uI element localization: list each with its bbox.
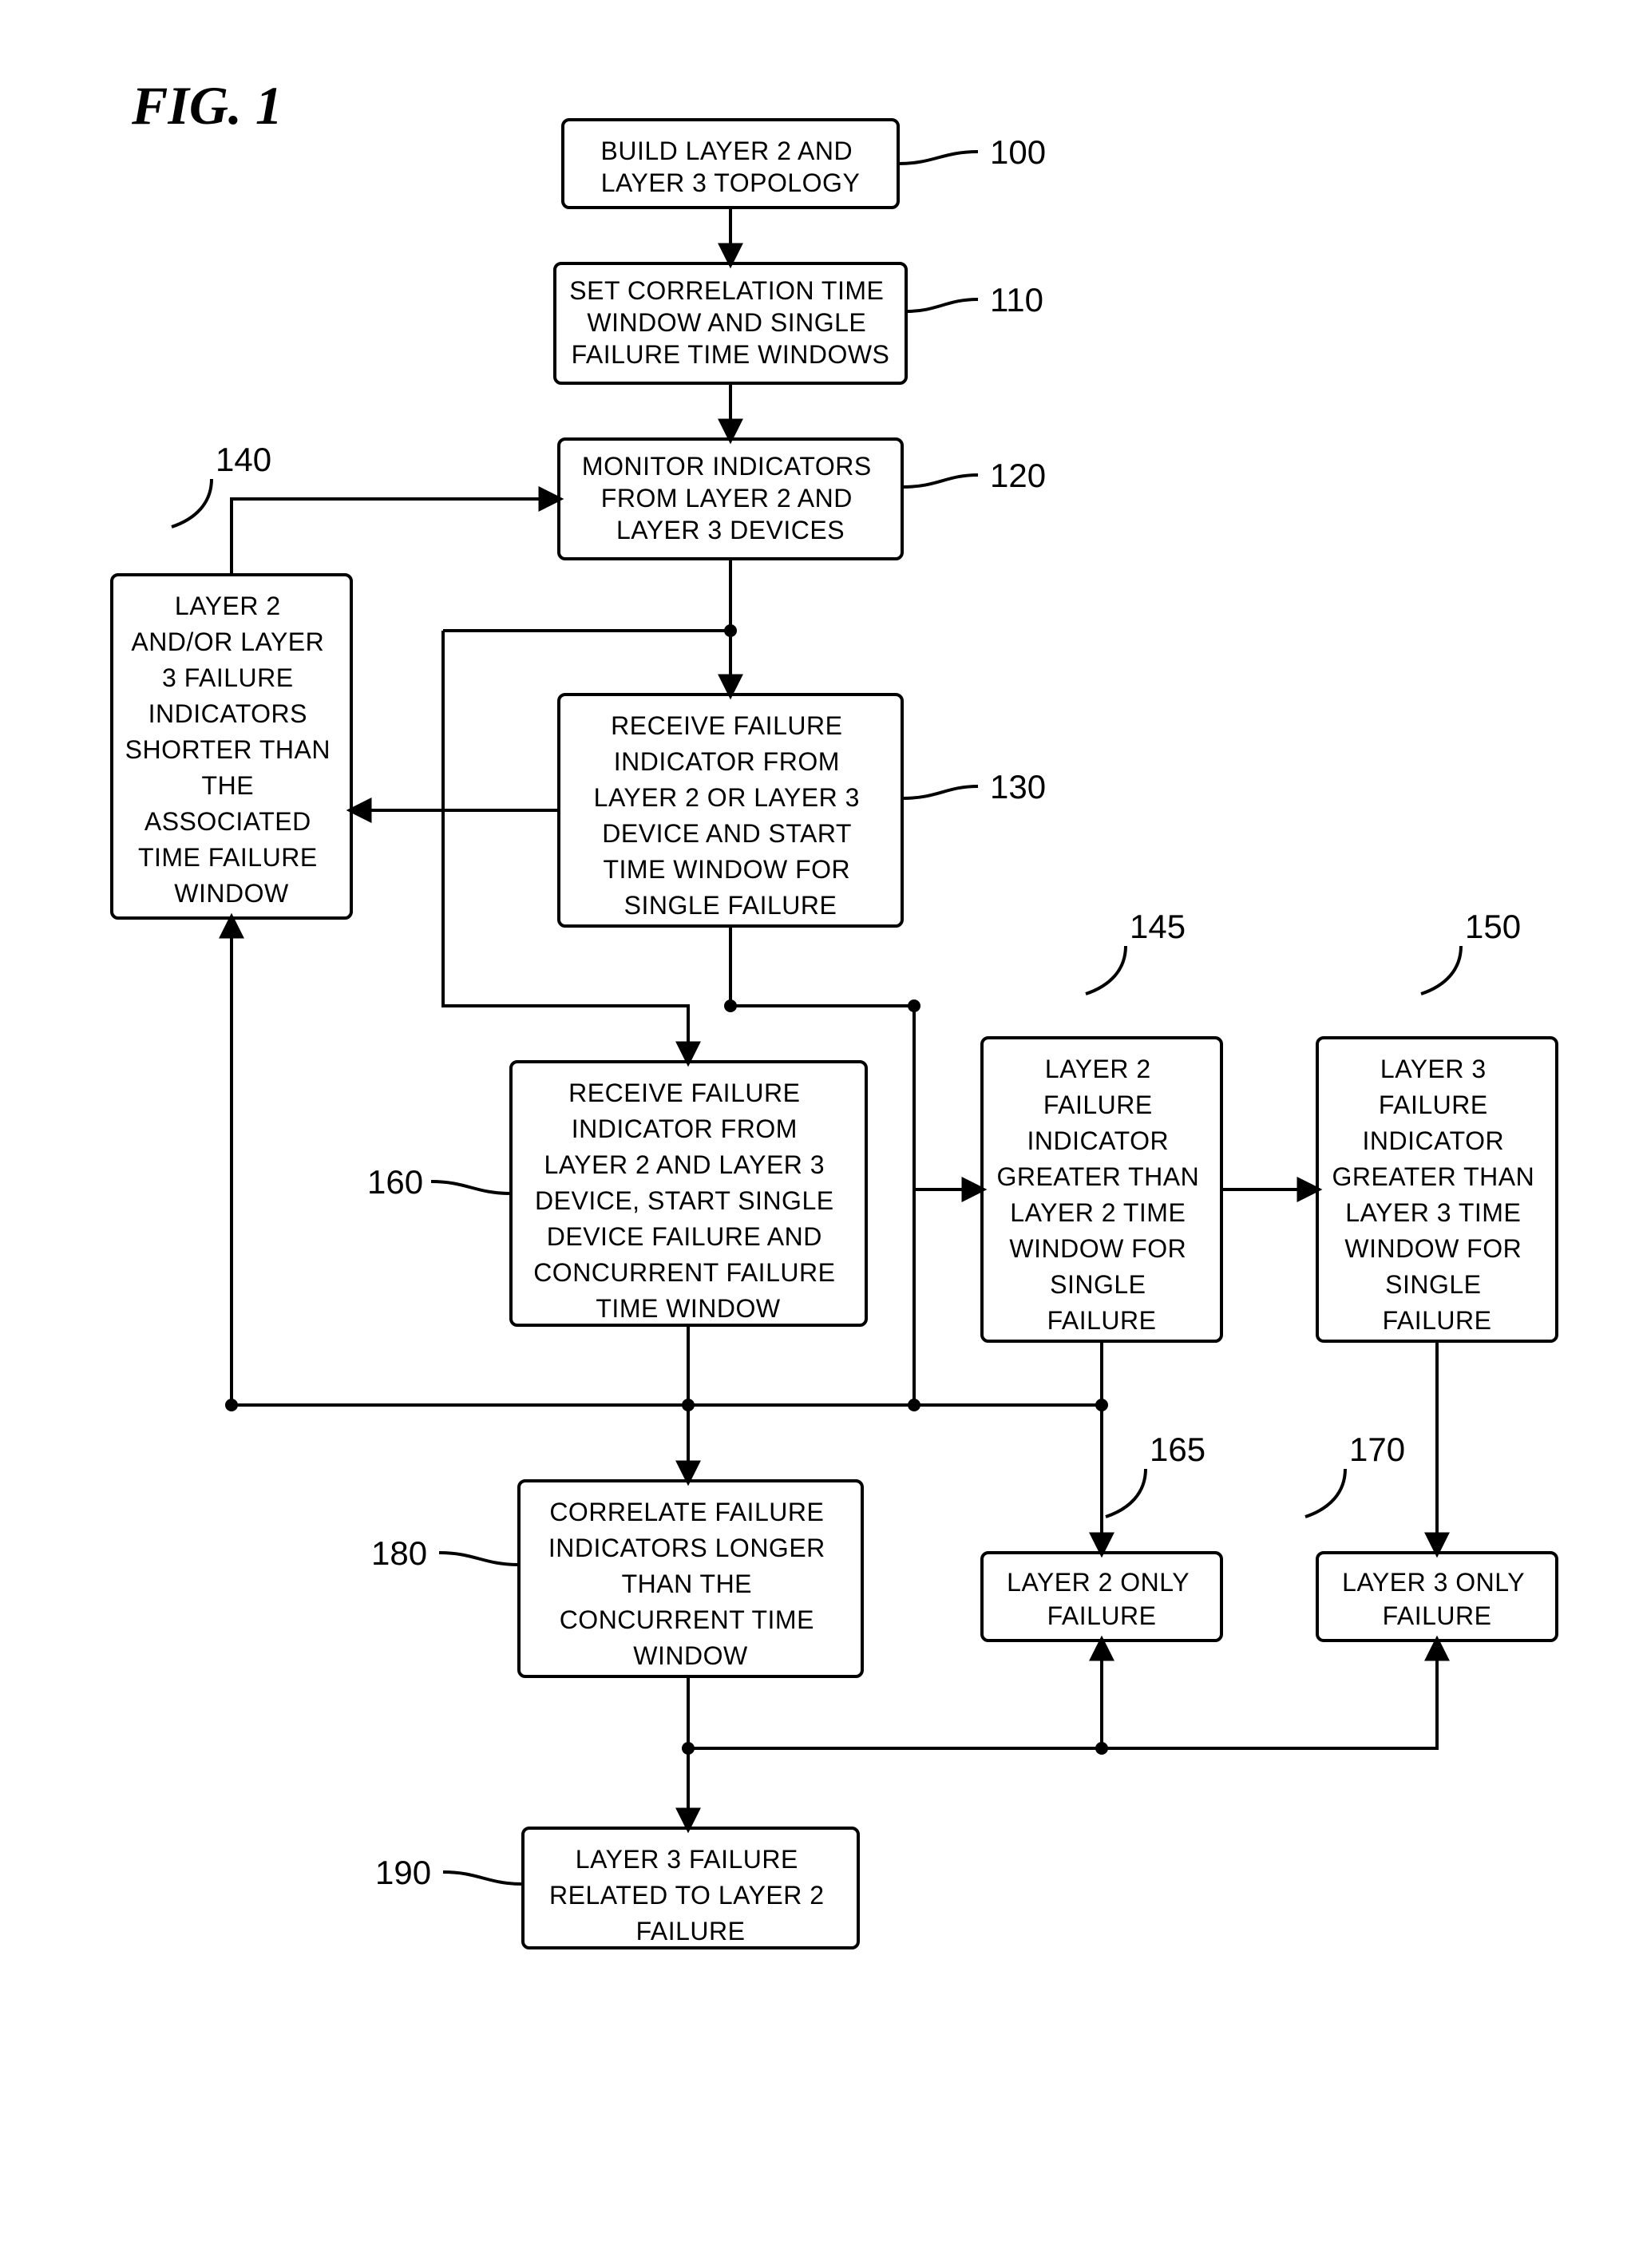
ref-100: 100 bbox=[990, 133, 1046, 171]
edge-140-120 bbox=[232, 499, 559, 575]
ref-140: 140 bbox=[216, 441, 271, 478]
svg-text:MONITOR INDICATORS FROM: MONITOR INDICATORS FROM LAYER 2 AND LAYE… bbox=[582, 452, 879, 544]
ref-150: 150 bbox=[1465, 908, 1521, 945]
ref-170: 170 bbox=[1349, 1431, 1405, 1468]
node-180: CORRELATE FAILURE INDICATORS LONGER THAN… bbox=[519, 1481, 862, 1676]
node-145: LAYER 2 FAILURE INDICATOR GREATER THAN L… bbox=[982, 1038, 1221, 1341]
node-140: LAYER 2 AND/OR LAYER 3 FAILURE INDICATOR… bbox=[112, 575, 351, 918]
flowchart-diagram: FIG. 1 BUILD LAYER 2 AND LAYER 3 TOPOLOG… bbox=[0, 0, 1635, 2268]
edge-180-170 bbox=[1102, 1641, 1437, 1748]
svg-text:LAYER 2 AND/OR LAYER: LAYER 2 AND/OR LAYER 3 FAILURE INDICATOR… bbox=[125, 592, 338, 908]
node-170: LAYER 3 ONLY FAILURE bbox=[1317, 1553, 1557, 1641]
node-190: LAYER 3 FAILURE RELATED TO LAYER 2 FAILU… bbox=[523, 1828, 858, 1948]
ref-160: 160 bbox=[367, 1163, 423, 1201]
ref-120: 120 bbox=[990, 457, 1046, 494]
ref-145: 145 bbox=[1130, 908, 1186, 945]
node-150: LAYER 3 FAILURE INDICATOR GREATER THAN L… bbox=[1317, 1038, 1557, 1341]
ref-165: 165 bbox=[1150, 1431, 1205, 1468]
node-160: RECEIVE FAILURE INDICATOR FROM LAYER 2 A… bbox=[511, 1062, 866, 1325]
node-110: SET CORRELATION TIME WINDOW AND SINGLE F… bbox=[555, 263, 906, 383]
ref-190: 190 bbox=[375, 1854, 431, 1891]
figure-title: FIG. 1 bbox=[131, 75, 283, 136]
svg-text:SET CORRELATION TIME WIN: SET CORRELATION TIME WINDOW AND SINGLE F… bbox=[569, 276, 891, 369]
node-165: LAYER 2 ONLY FAILURE bbox=[982, 1553, 1221, 1641]
ref-180: 180 bbox=[371, 1534, 427, 1572]
ref-110: 110 bbox=[990, 281, 1043, 319]
ref-130: 130 bbox=[990, 768, 1046, 805]
svg-text:RECEIVE FAILURE INDICATO: RECEIVE FAILURE INDICATOR FROM LAYER 2 A… bbox=[533, 1079, 843, 1323]
node-130: RECEIVE FAILURE INDICATOR FROM LAYER 2 O… bbox=[559, 695, 902, 926]
node-100: BUILD LAYER 2 AND LAYER 3 TOPOLOGY bbox=[563, 120, 898, 208]
node-120: MONITOR INDICATORS FROM LAYER 2 AND LAYE… bbox=[559, 439, 902, 559]
